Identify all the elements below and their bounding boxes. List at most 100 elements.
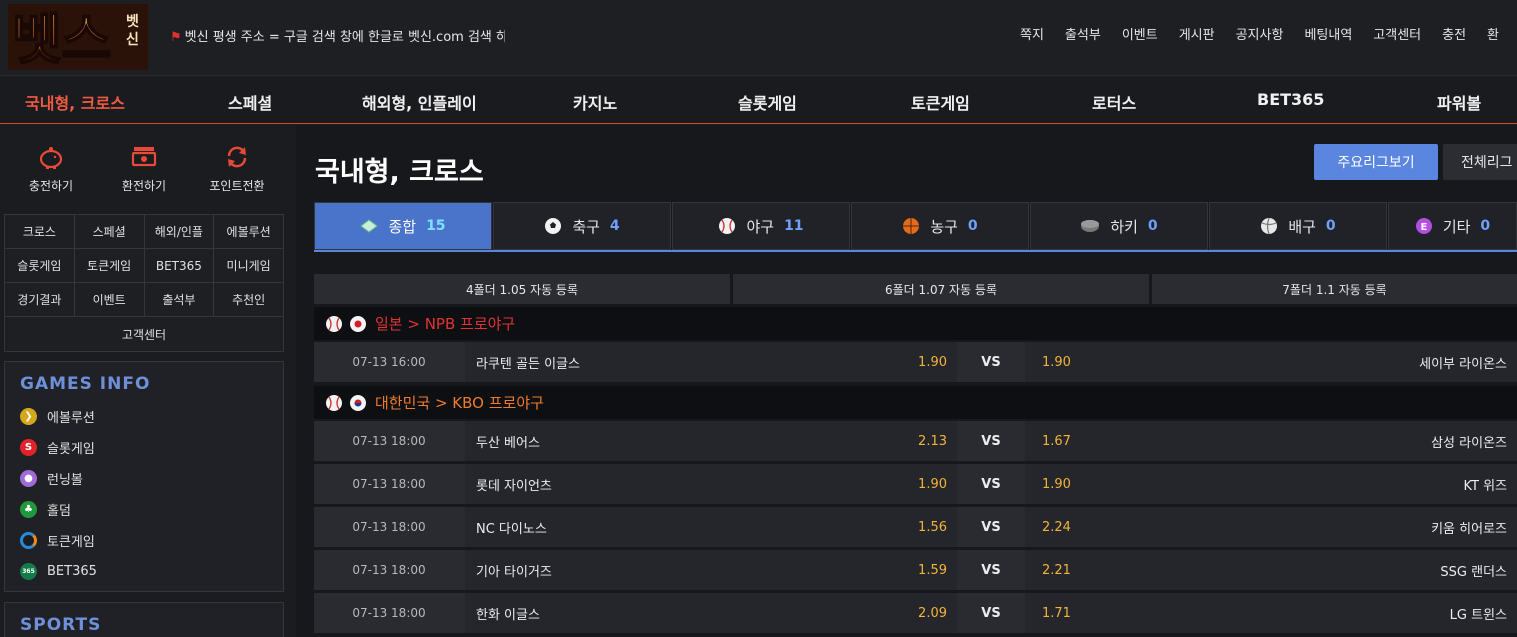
tab-all[interactable]: 종합 15: [314, 202, 492, 250]
home-bet-button[interactable]: NC 다이노스 1.56: [465, 507, 957, 547]
game-item-evolution[interactable]: ❯ 에볼루션: [5, 401, 283, 432]
grid-item-event[interactable]: 이벤트: [75, 283, 145, 316]
flag-icon: ⚑: [170, 30, 182, 45]
volleyball-icon: [1260, 217, 1278, 235]
away-team: 키움 히어로즈: [1431, 521, 1507, 537]
site-logo[interactable]: 벳스 벳 신: [8, 4, 148, 72]
home-bet-button[interactable]: 기아 타이거즈 1.59: [465, 550, 957, 590]
major-leagues-button[interactable]: 주요리그보기: [1314, 144, 1438, 180]
grid-item-special[interactable]: 스페셜: [75, 215, 145, 248]
away-bet-button[interactable]: 2.21 SSG 랜더스: [1025, 550, 1517, 590]
menu-domestic-cross[interactable]: 국내형, 크로스: [25, 90, 125, 114]
home-bet-button[interactable]: 롯데 자이언츠 1.90: [465, 464, 957, 504]
menu-special[interactable]: 스페셜: [228, 90, 272, 114]
tab-hockey[interactable]: 하키 0: [1030, 202, 1208, 250]
basketball-icon: [902, 217, 920, 235]
away-team: 세이부 라이온스: [1419, 356, 1507, 372]
game-item-holdem[interactable]: ♣ 홀덤: [5, 494, 283, 525]
home-odds: 2.09: [918, 605, 947, 621]
top-nav-item[interactable]: 베팅내역: [1304, 24, 1352, 43]
point-convert-label: 포인트전환: [209, 179, 265, 193]
away-bet-button[interactable]: 2.24 키움 히어로즈: [1025, 507, 1517, 547]
game-item-slot[interactable]: S 슬롯게임: [5, 432, 283, 463]
tab-label: 축구: [572, 217, 600, 236]
home-bet-button[interactable]: 두산 베어스 2.13: [465, 421, 957, 461]
withdraw-button[interactable]: 환전하기: [96, 145, 192, 194]
grid-item-token[interactable]: 토큰게임: [75, 249, 145, 282]
page-title: 국내형, 크로스: [315, 157, 484, 188]
away-bet-button[interactable]: 1.67 삼성 라이온즈: [1025, 421, 1517, 461]
grid-item-attendance[interactable]: 출석부: [145, 283, 215, 316]
menu-casino[interactable]: 카지노: [573, 90, 617, 114]
home-bet-button[interactable]: 라쿠텐 골든 이글스 1.90: [465, 342, 957, 382]
game-item-label: BET365: [47, 564, 97, 579]
bonus-4-folder[interactable]: 4폴더 1.05 자동 등록: [314, 274, 730, 304]
away-bet-button[interactable]: 1.90 세이부 라이온스: [1025, 342, 1517, 382]
menu-bet365[interactable]: BET365: [1257, 90, 1324, 109]
away-odds: 1.71: [1042, 605, 1071, 621]
token-icon: [20, 532, 37, 549]
bonus-7-folder[interactable]: 7폴더 1.1 자동 등록: [1152, 274, 1517, 304]
match-row: 07-13 18:00 NC 다이노스 1.56 VS 2.24 키움 히어로즈: [314, 507, 1517, 547]
grid-item-results[interactable]: 경기결과: [5, 283, 75, 316]
grid-row: 크로스 스페셜 해외/인플 에볼루션: [5, 215, 283, 249]
games-info-title: GAMES INFO: [20, 374, 151, 394]
tab-etc[interactable]: E 기타 0: [1388, 202, 1517, 250]
sport-tabs: 종합 15 축구 4 야구 11 농구 0 하키 0 배구 0 E 기타 0: [314, 202, 1517, 252]
grid-item-slot[interactable]: 슬롯게임: [5, 249, 75, 282]
japan-flag-icon: [350, 315, 366, 332]
game-item-runningball[interactable]: ● 런닝볼: [5, 463, 283, 494]
deposit-button[interactable]: 충전하기: [3, 145, 99, 194]
grid-item-overseas-inplay[interactable]: 해외/인플: [145, 215, 215, 248]
home-bet-button[interactable]: 한화 이글스 2.09: [465, 593, 957, 633]
top-nav-item[interactable]: 게시판: [1179, 24, 1215, 43]
grid-item-evolution[interactable]: 에볼루션: [214, 215, 283, 248]
away-bet-button[interactable]: 1.90 KT 위즈: [1025, 464, 1517, 504]
tab-volleyball[interactable]: 배구 0: [1209, 202, 1387, 250]
point-convert-button[interactable]: 포인트전환: [189, 145, 285, 194]
grid-item-bet365[interactable]: BET365: [145, 249, 215, 282]
league-header-kbo[interactable]: 대한민국 > KBO 프로야구: [314, 386, 1517, 419]
tab-baseball[interactable]: 야구 11: [672, 202, 850, 250]
home-odds: 1.90: [918, 354, 947, 370]
bonus-6-folder[interactable]: 6폴더 1.07 자동 등록: [733, 274, 1149, 304]
away-odds: 1.90: [1042, 354, 1071, 370]
game-item-token[interactable]: 토큰게임: [5, 525, 283, 556]
diamond-icon: [360, 219, 379, 233]
top-nav-item[interactable]: 고객센터: [1373, 24, 1421, 43]
menu-slot[interactable]: 슬롯게임: [738, 90, 797, 114]
league-header-npb[interactable]: 일본 > NPB 프로야구: [314, 307, 1517, 340]
tab-soccer[interactable]: 축구 4: [493, 202, 671, 250]
main-content: 국내형, 크로스 주요리그보기 전체리그 종합 15 축구 4 야구 11 농구 0: [296, 125, 1517, 637]
vs-label: VS: [959, 507, 1023, 547]
slot-icon: S: [20, 439, 37, 456]
vs-label: VS: [959, 550, 1023, 590]
piggy-bank-icon: [39, 147, 63, 169]
game-item-label: 슬롯게임: [47, 442, 95, 457]
grid-item-support[interactable]: 고객센터: [5, 317, 283, 351]
game-item-bet365[interactable]: 365 BET365: [5, 556, 283, 587]
top-nav-item[interactable]: 쪽지: [1020, 24, 1044, 43]
grid-item-referral[interactable]: 추천인: [214, 283, 283, 316]
menu-lotus[interactable]: 로터스: [1092, 90, 1136, 114]
quick-actions: 충전하기 환전하기 포인트전환: [0, 145, 296, 205]
tab-basketball[interactable]: 농구 0: [851, 202, 1029, 250]
top-nav-item[interactable]: 이벤트: [1122, 24, 1158, 43]
grid-item-cross[interactable]: 크로스: [5, 215, 75, 248]
grid-item-minigame[interactable]: 미니게임: [214, 249, 283, 282]
away-team: KT 위즈: [1463, 478, 1507, 494]
top-nav-item[interactable]: 환: [1487, 24, 1499, 43]
top-nav-item[interactable]: 출석부: [1065, 24, 1101, 43]
menu-overseas-inplay[interactable]: 해외형, 인플레이: [362, 90, 477, 114]
top-nav-item[interactable]: 공지사항: [1236, 24, 1284, 43]
bet365-icon: 365: [20, 563, 37, 580]
korea-flag-icon: [350, 394, 366, 411]
menu-token[interactable]: 토큰게임: [911, 90, 970, 114]
top-nav-item[interactable]: 충전: [1442, 24, 1466, 43]
away-odds: 1.67: [1042, 433, 1071, 449]
menu-powerball[interactable]: 파워볼: [1437, 90, 1481, 114]
grid-row: 경기결과 이벤트 출석부 추천인: [5, 283, 283, 317]
away-bet-button[interactable]: 1.71 LG 트윈스: [1025, 593, 1517, 633]
match-time: 07-13 18:00: [352, 606, 426, 620]
all-leagues-button[interactable]: 전체리그: [1443, 144, 1517, 180]
